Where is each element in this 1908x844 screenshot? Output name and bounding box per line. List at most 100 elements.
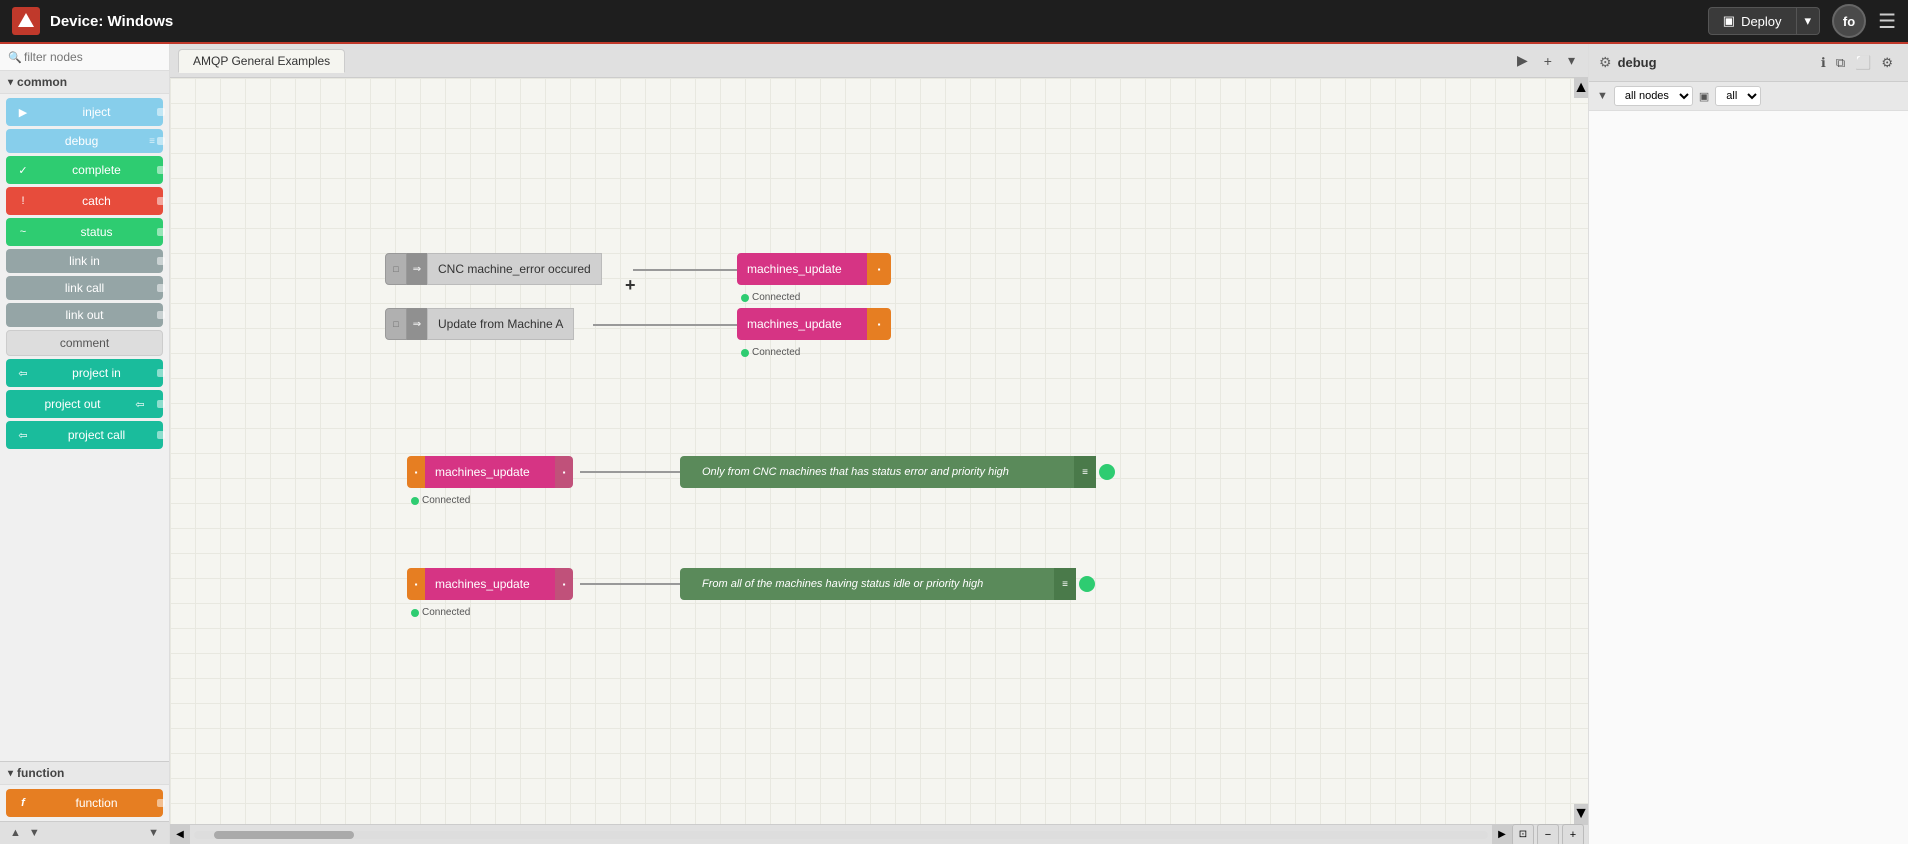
canvas-hscrollbar[interactable]	[194, 831, 1488, 839]
chevron-down-icon-2: ▾	[8, 768, 13, 779]
node-port-right	[157, 108, 165, 116]
port-icon-2: ▪	[878, 320, 881, 329]
filter-1-label-box: Only from CNC machines that has status e…	[694, 456, 1074, 488]
filter-1-status-dot	[1099, 464, 1115, 480]
zoom-out-button[interactable]: −	[1537, 824, 1559, 844]
node-machines-update-1-status: Connected	[741, 292, 800, 303]
canvas-scroll-down-button[interactable]: ▼	[1574, 804, 1588, 824]
tab-icons: ▶ + ▾	[1512, 50, 1580, 71]
node-cnc-error-arrow: ⇒	[407, 253, 427, 285]
node-machines-update-1-port: ▪	[867, 253, 891, 285]
connected-dot-4	[411, 609, 419, 617]
node-port-right	[157, 400, 165, 408]
node-machines-update-2[interactable]: machines_update ▪ Connected	[737, 308, 891, 340]
canvas-bottom-nav: ◀ ▶ ⊡ − +	[170, 824, 1588, 844]
filter-2-label-box: From all of the machines having status i…	[694, 568, 1054, 600]
node-update-arrow: ⇒	[407, 308, 427, 340]
sidebar-item-project-out[interactable]: project out ⇦	[6, 390, 163, 418]
connected-dot-3	[411, 497, 419, 505]
project-in-icon: ⇦	[14, 364, 32, 382]
node-filter-1[interactable]: Only from CNC machines that has status e…	[680, 456, 1115, 488]
port-icon-6: ▪	[563, 580, 566, 589]
debug-menu-icon: ≡	[149, 136, 155, 147]
add-tab-button[interactable]: +	[1539, 50, 1557, 71]
sidebar-item-comment[interactable]: comment	[6, 330, 163, 356]
node-port-right	[157, 166, 165, 174]
zoom-fit-button[interactable]: ⊡	[1512, 824, 1534, 844]
debug-icon: ⚙	[1599, 54, 1612, 71]
connected-dot	[741, 294, 749, 302]
sidebar-scroll-up-button[interactable]: ▲	[6, 825, 25, 841]
panel-info-button[interactable]: ℹ	[1816, 52, 1831, 74]
sidebar-item-link-out[interactable]: link out	[6, 303, 163, 327]
node-update-label-box: Update from Machine A	[427, 308, 574, 340]
filter-nodes-input[interactable]	[0, 44, 169, 71]
panel-copy-button[interactable]: ⧉	[1831, 52, 1850, 74]
arrow-icon-2: ⇒	[413, 319, 421, 330]
checkbox-icon: □	[393, 264, 398, 274]
section-function-header[interactable]: ▾ function	[0, 761, 169, 785]
sidebar-scroll-down-button[interactable]: ▼	[25, 825, 44, 841]
node-machines-update-1-label-box: machines_update	[737, 253, 867, 285]
project-call-icon: ⇦	[14, 426, 32, 444]
node-machines-update-4-port-left: ▪	[407, 568, 425, 600]
tab-menu-button[interactable]: ▾	[1563, 50, 1580, 71]
canvas-tabs: AMQP General Examples ▶ + ▾	[170, 44, 1588, 78]
zoom-in-button[interactable]: +	[1562, 824, 1584, 844]
canvas-nav-right-button[interactable]: ▶	[1492, 825, 1512, 844]
deploy-button[interactable]: ▣ Deploy	[1708, 7, 1797, 35]
panel-export-button[interactable]: ⬜	[1850, 52, 1876, 74]
node-machines-update-3[interactable]: ▪ machines_update ▪ Connected	[407, 456, 573, 488]
node-port-right	[157, 369, 165, 377]
filter-all-select[interactable]: all	[1715, 86, 1761, 106]
node-cnc-error-label-box: CNC machine_error occured	[427, 253, 602, 285]
deploy-label: Deploy	[1741, 14, 1781, 29]
sidebar-item-debug[interactable]: debug ≡	[6, 129, 163, 153]
deploy-dropdown-button[interactable]: ▾	[1797, 7, 1821, 35]
panel-settings-button[interactable]: ⚙	[1876, 52, 1898, 74]
tab-amqp-general[interactable]: AMQP General Examples	[178, 49, 345, 73]
sidebar-expand-button[interactable]: ▼	[144, 825, 163, 841]
canvas-container: AMQP General Examples ▶ + ▾ ▲	[170, 44, 1588, 844]
right-panel: ⚙ debug ℹ ⧉ ⬜ ⚙ ▼ all nodes ▣ all	[1588, 44, 1908, 844]
node-machines-update-3-port-left: ▪	[407, 456, 425, 488]
sidebar-item-link-in[interactable]: link in	[6, 249, 163, 273]
node-machines-update-4-status: Connected	[411, 607, 470, 618]
filter-menu-icon: ≡	[1082, 467, 1088, 478]
node-port-right	[157, 257, 165, 265]
filter-2-menu-icon: ≡	[1054, 568, 1076, 600]
sidebar-item-status[interactable]: ~ status	[6, 218, 163, 246]
port-icon-4: ▪	[563, 468, 566, 477]
connected-label: Connected	[752, 292, 800, 303]
sidebar-item-function[interactable]: f function	[6, 789, 163, 817]
node-port-right	[157, 431, 165, 439]
run-button[interactable]: ▶	[1512, 50, 1533, 71]
sidebar-item-inject[interactable]: ▶ inject	[6, 98, 163, 126]
node-machines-update-4[interactable]: ▪ machines_update ▪ Connected	[407, 568, 573, 600]
node-filter-2[interactable]: From all of the machines having status i…	[680, 568, 1095, 600]
sidebar-item-project-in[interactable]: ⇦ project in	[6, 359, 163, 387]
node-update-label: Update from Machine A	[438, 317, 563, 331]
filter-1-left-port	[680, 456, 694, 488]
connected-dot-2	[741, 349, 749, 357]
canvas-zoom-tools: ⊡ − +	[1512, 824, 1584, 844]
filter-nodes-select[interactable]: all nodes	[1614, 86, 1693, 106]
node-machines-update-2-label-box: machines_update	[737, 308, 867, 340]
sidebar-item-complete[interactable]: ✓ complete	[6, 156, 163, 184]
add-cursor-icon: +	[625, 275, 636, 296]
sidebar-item-project-call[interactable]: ⇦ project call	[6, 421, 163, 449]
node-machines-update-1[interactable]: machines_update ▪ Connected	[737, 253, 891, 285]
node-update-machine-a[interactable]: □ ⇒ Update from Machine A	[385, 308, 574, 340]
canvas[interactable]: □ ⇒ CNC machine_error occured + □ ⇒	[170, 78, 1588, 844]
node-machines-update-2-port: ▪	[867, 308, 891, 340]
node-cnc-error[interactable]: □ ⇒ CNC machine_error occured +	[385, 253, 602, 285]
chevron-down-icon: ▾	[1805, 13, 1812, 28]
connected-label-4: Connected	[422, 607, 470, 618]
menu-button[interactable]: ☰	[1878, 9, 1896, 34]
canvas-nav-left-button[interactable]: ◀	[170, 825, 190, 844]
sidebar-item-catch[interactable]: ! catch	[6, 187, 163, 215]
avatar[interactable]: fo	[1832, 4, 1866, 38]
sidebar-item-link-call[interactable]: link call	[6, 276, 163, 300]
canvas-scroll-up-button[interactable]: ▲	[1574, 78, 1588, 98]
section-common-header[interactable]: ▾ common	[0, 71, 169, 94]
